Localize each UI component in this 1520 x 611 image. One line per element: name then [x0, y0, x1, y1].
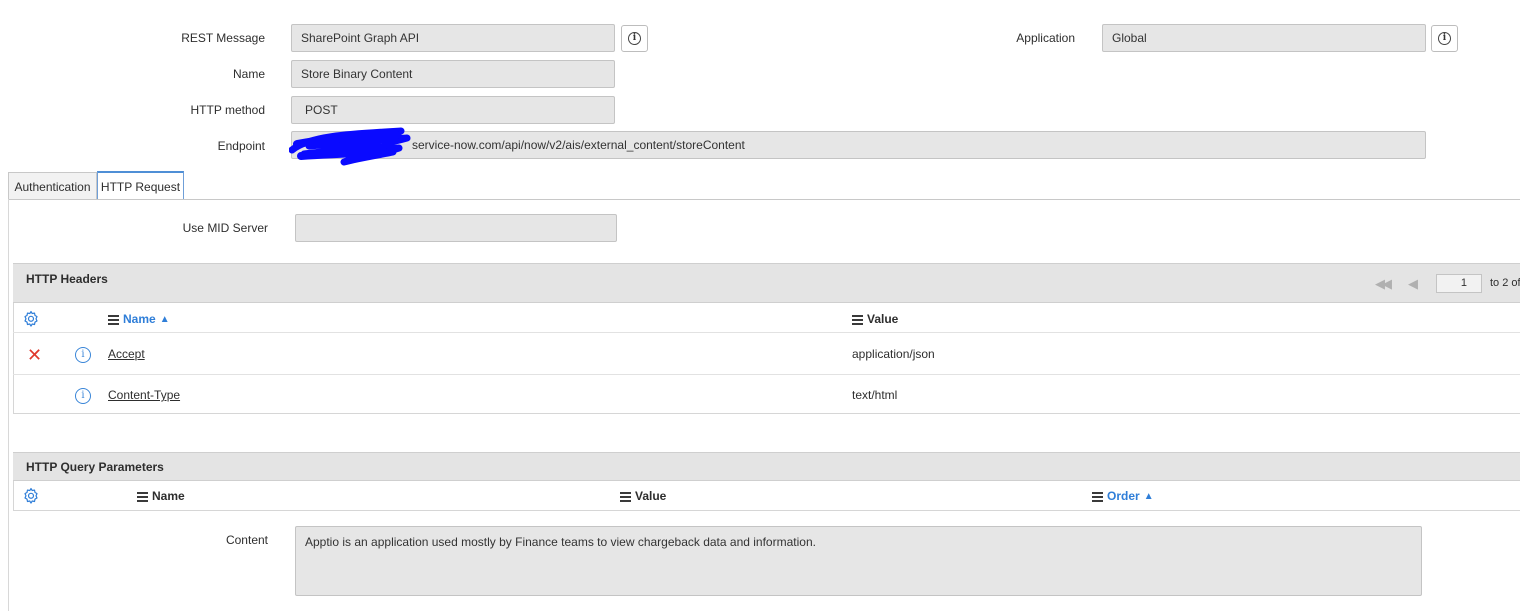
tab-authentication[interactable]: Authentication — [8, 172, 97, 200]
column-header-name[interactable]: Name ▲ — [108, 312, 170, 326]
list-settings-gear-icon[interactable] — [22, 487, 40, 505]
pager-text: to 2 of — [1490, 277, 1520, 289]
query-params-list-frame — [13, 481, 1520, 511]
content-value: Apptio is an application used mostly by … — [305, 535, 816, 549]
column-header-value[interactable]: Value — [852, 312, 898, 326]
info-icon: i — [628, 32, 641, 45]
header-name-link[interactable]: Content-Type — [108, 388, 180, 402]
column-header-value-label: Value — [635, 489, 667, 503]
column-menu-icon[interactable] — [108, 314, 119, 325]
tab-divider — [8, 199, 1520, 200]
info-icon: i — [1438, 32, 1451, 45]
http-method-field[interactable]: POST — [291, 96, 615, 124]
column-header-order-label: Order — [1107, 489, 1140, 503]
column-header-value[interactable]: Value — [620, 489, 666, 503]
column-header-order[interactable]: Order ▲ — [1092, 489, 1154, 503]
row-info-icon[interactable]: i — [75, 347, 91, 363]
endpoint-label: Endpoint — [217, 139, 265, 153]
column-header-name[interactable]: Name — [137, 489, 185, 503]
tab-http-request[interactable]: HTTP Request — [97, 171, 184, 200]
list-settings-gear-icon[interactable] — [22, 310, 40, 328]
first-page-icon[interactable]: ◀◀ — [1375, 276, 1392, 292]
column-menu-icon[interactable] — [1092, 491, 1103, 502]
application-info-button[interactable]: i — [1431, 25, 1458, 52]
endpoint-field[interactable]: service-now.com/api/now/v2/ais/external_… — [291, 131, 1426, 159]
rest-message-label: REST Message — [181, 31, 265, 45]
endpoint-value: service-now.com/api/now/v2/ais/external_… — [412, 138, 745, 152]
name-field[interactable]: Store Binary Content — [291, 60, 615, 88]
headers-list-title: HTTP Headers — [13, 263, 1520, 303]
page-number-input[interactable]: 1 — [1436, 274, 1482, 293]
column-menu-icon[interactable] — [620, 491, 631, 502]
sort-ascending-icon: ▲ — [1143, 490, 1154, 502]
table-row-divider — [13, 374, 1520, 375]
column-header-name-label: Name — [123, 312, 156, 326]
rest-message-info-button[interactable]: i — [621, 25, 648, 52]
application-field[interactable]: Global — [1102, 24, 1426, 52]
row-info-icon[interactable]: i — [75, 388, 91, 404]
header-value-cell: text/html — [852, 388, 898, 402]
column-header-name-label: Name — [152, 489, 185, 503]
mid-server-label: Use MID Server — [182, 221, 268, 235]
mid-server-field[interactable] — [295, 214, 617, 242]
application-label: Application — [1016, 31, 1075, 45]
sort-ascending-icon: ▲ — [159, 313, 170, 325]
content-textarea[interactable]: Apptio is an application used mostly by … — [295, 526, 1422, 596]
delete-row-icon[interactable]: ✕ — [27, 346, 42, 364]
redaction-scribble — [289, 127, 411, 166]
header-name-link[interactable]: Accept — [108, 347, 145, 361]
column-menu-icon[interactable] — [137, 491, 148, 502]
query-params-list-title: HTTP Query Parameters — [13, 452, 1520, 481]
column-header-value-label: Value — [867, 312, 899, 326]
content-label: Content — [225, 533, 268, 547]
rest-message-field[interactable]: SharePoint Graph API — [291, 24, 615, 52]
header-row-divider — [13, 332, 1520, 333]
column-menu-icon[interactable] — [852, 314, 863, 325]
previous-page-icon[interactable]: ◀ — [1408, 276, 1418, 292]
tab-panel-border — [8, 199, 9, 611]
http-method-label: HTTP method — [190, 103, 265, 117]
header-value-cell: application/json — [852, 347, 935, 361]
name-label: Name — [232, 67, 265, 81]
